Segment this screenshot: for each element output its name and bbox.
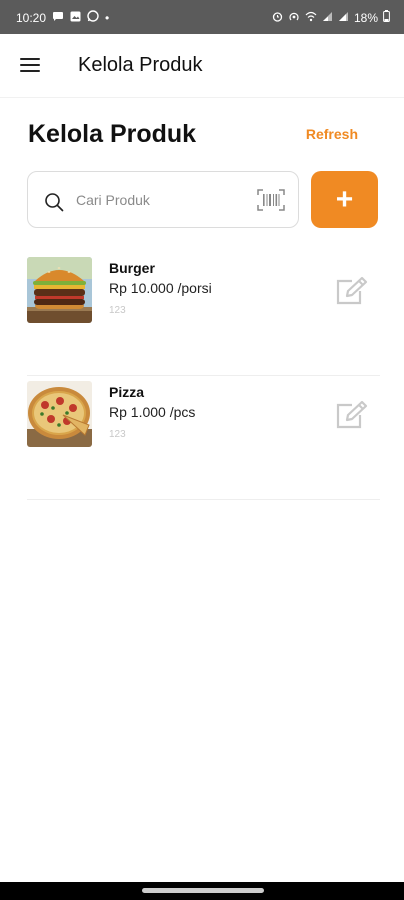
gallery-icon [70, 11, 81, 25]
edit-icon[interactable] [334, 276, 368, 306]
pizza-photo [27, 381, 92, 447]
product-price: Rp 10.000 /porsi [109, 280, 212, 296]
search-input[interactable] [76, 189, 246, 211]
product-item-burger[interactable]: Burger Rp 10.000 /porsi 123 [27, 252, 380, 376]
add-product-button[interactable]: + [311, 171, 378, 228]
app-bar-title: Kelola Produk [78, 54, 203, 76]
system-nav-bar [0, 882, 404, 900]
burger-photo [27, 257, 92, 323]
battery-icon [383, 10, 390, 25]
app-bar: Kelola Produk [0, 34, 404, 98]
hotspot-icon [288, 11, 300, 25]
signal-icon [322, 11, 333, 25]
search-box[interactable] [27, 171, 299, 228]
chat-icon [52, 11, 64, 25]
product-name: Pizza [109, 384, 145, 400]
status-right: 18% [272, 10, 390, 25]
home-gesture-bar[interactable] [142, 888, 264, 893]
product-item-pizza[interactable]: Pizza Rp 1.000 /pcs 123 [27, 376, 380, 500]
page-title: Kelola Produk [28, 120, 197, 148]
battery-percent: 18% [353, 10, 378, 25]
edit-icon[interactable] [334, 400, 368, 430]
plus-icon: + [335, 182, 354, 216]
refresh-button[interactable]: Refresh [306, 126, 358, 142]
product-code: 123 [109, 305, 126, 316]
status-left: 10:20 • [16, 10, 109, 25]
product-name: Burger [109, 260, 155, 276]
search-icon [44, 192, 64, 212]
product-price: Rp 1.000 /pcs [109, 404, 196, 420]
status-time: 10:20 [16, 10, 47, 25]
barcode-scanner-icon[interactable] [257, 188, 285, 212]
hamburger-menu-icon[interactable] [20, 58, 40, 74]
whatsapp-icon [87, 10, 99, 25]
wifi-icon [305, 11, 317, 25]
product-list: Burger Rp 10.000 /porsi 123 Pizza Rp 1.0… [27, 252, 380, 500]
status-bar: 10:20 • 18% [0, 0, 404, 34]
signal-icon [338, 11, 349, 25]
product-code: 123 [109, 429, 126, 440]
status-dot: • [105, 10, 110, 25]
alarm-icon [272, 11, 283, 25]
